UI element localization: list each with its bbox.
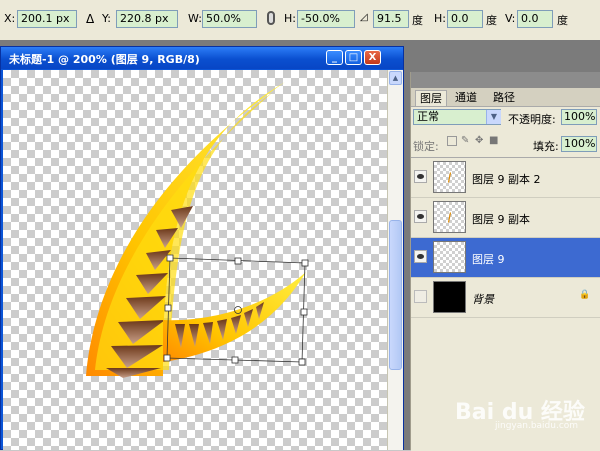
tab-channels[interactable]: 通道 bbox=[451, 90, 481, 105]
options-bar: X: 200.1 px Δ Y: 220.8 px W: 50.0% H: -5… bbox=[0, 0, 600, 41]
w-label: W: bbox=[188, 12, 202, 25]
document-title: 未标题-1 @ 200% (图层 9, RGB/8) bbox=[9, 53, 200, 66]
eye-icon[interactable] bbox=[414, 210, 427, 223]
document-window: 未标题-1 @ 200% (图层 9, RGB/8) _ □ X ▲ bbox=[0, 46, 404, 450]
eye-hidden-icon[interactable] bbox=[414, 290, 427, 303]
eye-icon[interactable] bbox=[414, 170, 427, 183]
transform-handle[interactable] bbox=[166, 254, 174, 262]
tab-paths[interactable]: 路径 bbox=[489, 90, 519, 105]
layer-name: 图层 9 bbox=[472, 253, 505, 266]
layer-row-selected[interactable]: 图层 9 bbox=[411, 238, 600, 278]
width-field[interactable]: 50.0% bbox=[202, 10, 257, 28]
lock-row: 锁定: ✎ ✥ ■ 填充: 100% bbox=[411, 130, 600, 158]
lock-label: 锁定: bbox=[413, 140, 439, 153]
eye-icon[interactable] bbox=[414, 250, 427, 263]
fill-label: 填充: bbox=[533, 140, 559, 153]
layer-name: 图层 9 副本 2 bbox=[472, 173, 541, 186]
layer-thumbnail bbox=[433, 241, 466, 273]
angle-field[interactable]: 91.5 bbox=[373, 10, 409, 28]
scroll-thumb[interactable] bbox=[389, 220, 402, 370]
height-field[interactable]: -50.0% bbox=[297, 10, 355, 28]
y-label: Y: bbox=[102, 12, 111, 25]
layer-row[interactable]: 图层 9 副本 bbox=[411, 198, 600, 238]
vertical-scrollbar[interactable]: ▲ bbox=[387, 70, 403, 450]
h-skew-unit: 度 bbox=[486, 14, 497, 27]
h-label: H: bbox=[284, 12, 296, 25]
opacity-label: 不透明度: bbox=[508, 113, 556, 126]
lock-transparency-icon[interactable] bbox=[447, 136, 457, 146]
transform-handle[interactable] bbox=[301, 259, 309, 267]
transform-handle[interactable] bbox=[163, 354, 171, 362]
watermark-url: jingyan.baidu.com bbox=[495, 421, 579, 431]
baidu-watermark: Bai du 经验 jingyan.baidu.com bbox=[455, 392, 600, 432]
close-button[interactable]: X bbox=[364, 50, 381, 65]
maximize-button[interactable]: □ bbox=[345, 50, 362, 65]
layer-thumbnail bbox=[433, 281, 466, 313]
document-canvas[interactable] bbox=[3, 70, 387, 450]
x-label: X: bbox=[4, 12, 16, 25]
h-skew-label: H: bbox=[434, 12, 446, 25]
small-horn-shape bbox=[163, 272, 306, 362]
v-skew-label: V: bbox=[505, 12, 516, 25]
transform-handle[interactable] bbox=[298, 358, 306, 366]
angle-unit: 度 bbox=[412, 14, 423, 27]
transform-handle[interactable] bbox=[231, 356, 239, 364]
canvas-artwork bbox=[86, 82, 309, 378]
angle-icon: ◿ bbox=[360, 12, 368, 23]
h-skew-field[interactable]: 0.0 bbox=[447, 10, 483, 28]
layer-row[interactable]: 背景 🔒 bbox=[411, 278, 600, 318]
delta-icon: Δ bbox=[86, 12, 95, 26]
transform-handle[interactable] bbox=[164, 304, 172, 312]
panel-header[interactable] bbox=[411, 72, 600, 88]
link-chain-icon[interactable] bbox=[267, 11, 275, 25]
transform-handle[interactable] bbox=[234, 257, 242, 265]
lock-all-icon[interactable]: ■ bbox=[489, 136, 499, 146]
minimize-button[interactable]: _ bbox=[326, 50, 343, 65]
layer-thumbnail bbox=[433, 161, 466, 193]
lock-brush-icon[interactable]: ✎ bbox=[461, 136, 471, 146]
y-position-field[interactable]: 220.8 px bbox=[116, 10, 178, 28]
v-skew-field[interactable]: 0.0 bbox=[517, 10, 553, 28]
opacity-field[interactable]: 100% bbox=[561, 109, 597, 125]
v-skew-unit: 度 bbox=[557, 14, 568, 27]
layer-row[interactable]: 图层 9 副本 2 bbox=[411, 158, 600, 198]
document-titlebar[interactable]: 未标题-1 @ 200% (图层 9, RGB/8) _ □ X bbox=[1, 47, 403, 69]
layer-name: 图层 9 副本 bbox=[472, 213, 530, 226]
panel-tabs: 图层 通道 路径 bbox=[411, 88, 600, 107]
layer-thumbnail bbox=[433, 201, 466, 233]
lock-icon: 🔒 bbox=[579, 290, 591, 300]
scroll-up-arrow-icon[interactable]: ▲ bbox=[389, 71, 402, 85]
tab-layers[interactable]: 图层 bbox=[415, 90, 447, 106]
x-position-field[interactable]: 200.1 px bbox=[17, 10, 77, 28]
fill-field[interactable]: 100% bbox=[561, 136, 597, 152]
chevron-down-icon[interactable]: ▼ bbox=[486, 110, 501, 124]
layer-name: 背景 bbox=[472, 293, 494, 306]
transform-handle[interactable] bbox=[300, 308, 308, 316]
lock-move-icon[interactable]: ✥ bbox=[475, 136, 485, 146]
